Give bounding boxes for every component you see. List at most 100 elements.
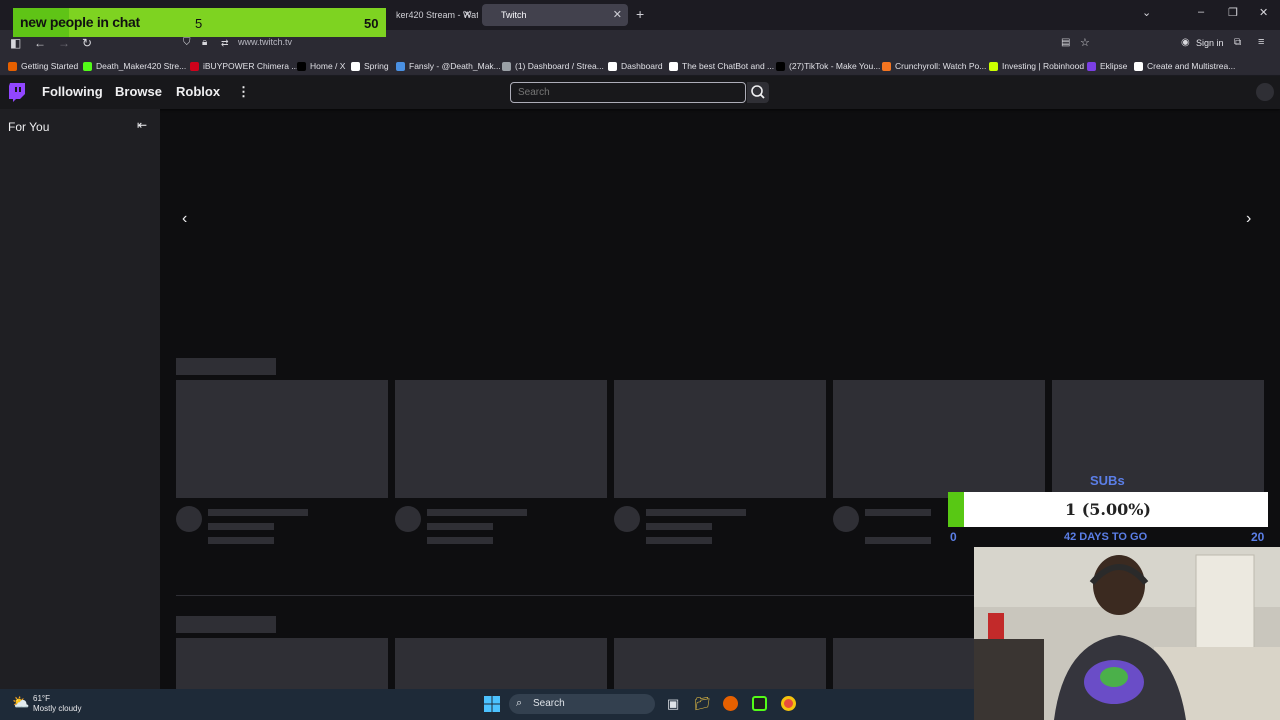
- left-sidebar: For You ⇤: [0, 109, 160, 689]
- channel-avatar-placeholder: [395, 506, 421, 532]
- bookmark-favicon-icon: [190, 61, 199, 71]
- file-explorer-icon[interactable]: 📁︎: [694, 696, 711, 712]
- text-placeholder: [865, 537, 931, 544]
- bookmark-item[interactable]: (1) Dashboard / Strea...: [502, 61, 604, 71]
- close-tab-icon[interactable]: ✕: [463, 8, 472, 21]
- bookmark-item[interactable]: Crunchyroll: Watch Po...: [882, 61, 986, 71]
- extensions-icon[interactable]: ⧉: [1234, 37, 1241, 48]
- bookmark-favicon-icon: [297, 61, 306, 71]
- bookmark-item[interactable]: iBUYPOWER Chimera ...: [190, 61, 298, 71]
- subs-goal-min: 0: [950, 530, 957, 544]
- url-bar[interactable]: www.twitch.tv: [238, 37, 292, 47]
- restore-icon[interactable]: ❐: [1228, 6, 1238, 19]
- text-placeholder: [208, 537, 274, 544]
- minimize-icon[interactable]: –: [1198, 6, 1204, 18]
- chrome-icon[interactable]: [781, 696, 796, 711]
- back-icon[interactable]: ←: [34, 36, 46, 50]
- bookmark-item[interactable]: Death_Maker420 Stre...: [83, 61, 186, 71]
- reload-icon[interactable]: ↻: [82, 36, 92, 50]
- bookmark-item[interactable]: Dashboard: [608, 61, 663, 71]
- stream-card-placeholder[interactable]: [833, 380, 1045, 498]
- tab-twitch[interactable]: Twitch ✕: [482, 4, 628, 26]
- twitch-logo-icon[interactable]: [8, 83, 25, 102]
- collapse-sidebar-icon[interactable]: ⇤: [137, 118, 147, 132]
- text-placeholder: [427, 523, 493, 530]
- bookmark-label: Create and Multistrea...: [1147, 61, 1236, 71]
- channel-avatar-placeholder: [614, 506, 640, 532]
- bookmark-item[interactable]: Spring: [351, 61, 389, 71]
- permissions-icon[interactable]: ⇄: [221, 38, 229, 49]
- list-tabs-icon[interactable]: ⌄: [1142, 6, 1151, 19]
- bookmark-label: Home / X: [310, 61, 346, 71]
- bookmark-item[interactable]: Investing | Robinhood: [989, 61, 1084, 71]
- close-tab-icon[interactable]: ✕: [613, 8, 622, 21]
- bookmark-label: (1) Dashboard / Strea...: [515, 61, 604, 71]
- bookmark-label: Crunchyroll: Watch Po...: [895, 61, 987, 71]
- sidebar-toggle-icon[interactable]: ◧: [10, 36, 21, 50]
- new-people-label: new people in chat: [20, 14, 140, 30]
- new-tab-icon[interactable]: +: [636, 6, 644, 22]
- user-avatar[interactable]: [1256, 83, 1274, 101]
- bookmark-favicon-icon: [1087, 61, 1096, 71]
- taskbar-search[interactable]: [509, 694, 655, 714]
- forward-icon[interactable]: →: [58, 36, 70, 50]
- stream-card-placeholder[interactable]: [1052, 380, 1264, 498]
- section-title-placeholder: [176, 616, 276, 633]
- bookmark-label: Eklipse: [1100, 61, 1128, 71]
- weather-icon[interactable]: ⛅: [12, 694, 29, 711]
- weather-temperature[interactable]: 61°F: [33, 694, 50, 703]
- bookmark-star-icon[interactable]: ☆: [1080, 36, 1090, 49]
- taskbar-search-label: Search: [533, 698, 565, 709]
- text-placeholder: [208, 523, 274, 530]
- firefox-icon[interactable]: [723, 696, 738, 711]
- bookmark-favicon-icon: [351, 61, 360, 71]
- new-people-goal: 50: [364, 16, 379, 31]
- taskbar-search-icon: ⌕: [516, 697, 523, 709]
- bookmark-item[interactable]: Fansly - @Death_Mak...: [396, 61, 501, 71]
- text-placeholder: [646, 509, 746, 516]
- section-title-placeholder: [176, 358, 276, 375]
- stream-card-placeholder[interactable]: [614, 380, 826, 498]
- reader-view-icon[interactable]: ▤: [1061, 37, 1070, 48]
- nav-roblox[interactable]: Roblox: [176, 84, 220, 99]
- shield-icon[interactable]: ⛉: [183, 37, 191, 48]
- search-icon: [751, 85, 765, 99]
- task-view-icon[interactable]: ▣: [667, 696, 679, 712]
- bookmark-item[interactable]: Getting Started: [8, 61, 78, 71]
- bookmark-item[interactable]: (27)TikTok - Make You...: [776, 61, 880, 71]
- bookmark-item[interactable]: Home / X: [297, 61, 345, 71]
- weather-description[interactable]: Mostly cloudy: [33, 704, 81, 713]
- lock-icon[interactable]: 🔒︎: [202, 37, 207, 48]
- text-placeholder: [646, 523, 712, 530]
- nav-following[interactable]: Following: [42, 84, 103, 99]
- stream-card-placeholder[interactable]: [176, 380, 388, 498]
- bookmark-item[interactable]: Eklipse: [1087, 61, 1127, 71]
- text-placeholder: [865, 509, 931, 516]
- bookmark-label: Dashboard: [621, 61, 663, 71]
- stream-card-placeholder[interactable]: [395, 380, 607, 498]
- section-divider: [176, 595, 974, 596]
- bookmark-favicon-icon: [776, 61, 785, 71]
- bookmarks-bar: Getting Started Death_Maker420 Stre... iBU…: [0, 56, 1280, 76]
- tab-label: Twitch: [501, 10, 527, 20]
- bookmark-item[interactable]: The best ChatBot and ...: [669, 61, 774, 71]
- subs-goal-title: SUBs: [1090, 473, 1125, 488]
- account-icon[interactable]: ◉: [1181, 37, 1190, 48]
- bookmark-label: Investing | Robinhood: [1002, 61, 1085, 71]
- carousel-prev-icon[interactable]: ‹: [182, 210, 187, 228]
- sign-in-button[interactable]: Sign in: [1196, 38, 1224, 48]
- bookmark-label: (27)TikTok - Make You...: [789, 61, 881, 71]
- search-button[interactable]: [747, 82, 769, 103]
- menu-icon[interactable]: ≡: [1258, 36, 1264, 48]
- windows-start-icon[interactable]: [484, 696, 500, 712]
- carousel-next-icon[interactable]: ›: [1246, 210, 1251, 228]
- search-input[interactable]: [510, 82, 746, 103]
- tab-stream[interactable]: ker420 Stream - Watc ✕: [388, 4, 478, 26]
- streamlabs-icon[interactable]: [752, 696, 767, 711]
- sidebar-title: For You: [8, 120, 50, 134]
- nav-browse[interactable]: Browse: [115, 84, 162, 99]
- text-placeholder: [427, 537, 493, 544]
- more-options-icon[interactable]: ⋮: [237, 84, 250, 100]
- close-window-icon[interactable]: ✕: [1259, 6, 1268, 19]
- bookmark-item[interactable]: Create and Multistrea...: [1134, 61, 1235, 71]
